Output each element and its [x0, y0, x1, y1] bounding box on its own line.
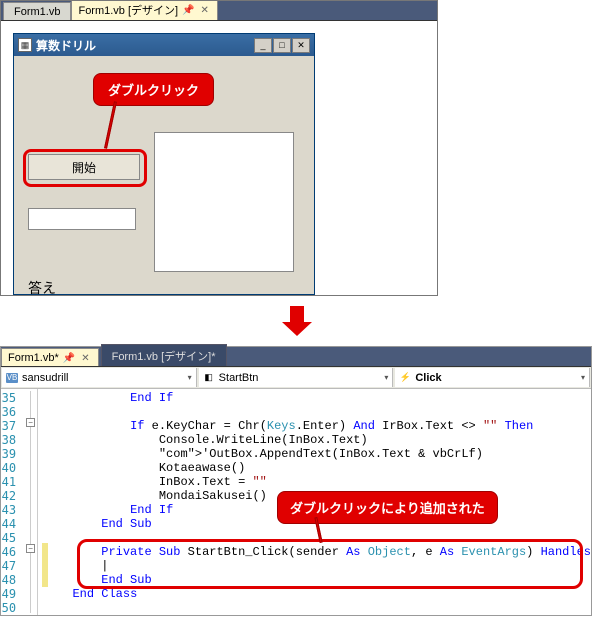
code-tab-strip: Form1.vb* 📌 ✕ Form1.vb [デザイン]*	[1, 347, 591, 367]
pin-icon[interactable]: 📌	[182, 5, 194, 16]
dropdown-row: VB sansudrill ▾ ◧ StartBtn ▾ ⚡ Click ▾	[1, 367, 591, 389]
fold-gutter: − −	[20, 389, 38, 615]
tab-label: Form1.vb [デザイン]	[78, 2, 178, 18]
output-textbox[interactable]	[154, 132, 294, 272]
form-icon: ▦	[18, 38, 32, 52]
callout-doubleclick: ダブルクリック	[93, 73, 214, 106]
control-icon: ◧	[203, 373, 215, 383]
chevron-down-icon: ▾	[188, 373, 192, 382]
vb-icon: VB	[6, 373, 18, 383]
designer-tab-strip: Form1.vb Form1.vb [デザイン] 📌 ✕	[1, 1, 437, 21]
line-number-gutter: 35 36 37 38 39 40 41 42 43 44 45 46 47 4…	[1, 389, 20, 615]
code-area[interactable]: 35 36 37 38 39 40 41 42 43 44 45 46 47 4…	[1, 389, 591, 615]
tab-form1-code[interactable]: Form1.vb	[3, 2, 71, 20]
input-textbox[interactable]	[28, 208, 136, 230]
answer-label: 答え	[28, 278, 56, 296]
highlight-ring	[23, 149, 147, 187]
member-dropdown[interactable]: ◧ StartBtn ▾	[199, 368, 394, 387]
change-marker	[42, 543, 48, 587]
dropdown-label: Click	[415, 372, 441, 384]
tab-form1-design[interactable]: Form1.vb [デザイン] 📌 ✕	[71, 0, 217, 20]
close-icon[interactable]: ✕	[199, 5, 211, 16]
pin-icon[interactable]: 📌	[63, 353, 75, 364]
close-icon[interactable]: ✕	[79, 353, 91, 364]
dropdown-label: sansudrill	[22, 372, 68, 384]
code-editor-panel: Form1.vb* 📌 ✕ Form1.vb [デザイン]* VB sansud…	[0, 346, 592, 616]
tab-label: Form1.vb*	[8, 352, 59, 364]
chevron-down-icon: ▾	[581, 373, 585, 382]
arrow-down-icon	[282, 306, 312, 336]
form-title: 算数ドリル	[36, 37, 250, 54]
event-dropdown[interactable]: ⚡ Click ▾	[395, 368, 590, 387]
highlight-ring-code	[77, 539, 583, 589]
dropdown-label: StartBtn	[219, 372, 259, 384]
form-titlebar: ▦ 算数ドリル _ □ ✕	[14, 34, 314, 56]
fold-minus-icon[interactable]: −	[26, 544, 35, 553]
tab-form1-code-active[interactable]: Form1.vb* 📌 ✕	[1, 348, 99, 366]
callout-added: ダブルクリックにより追加された	[277, 491, 498, 524]
fold-minus-icon[interactable]: −	[26, 418, 35, 427]
bolt-icon: ⚡	[399, 373, 411, 383]
maximize-icon[interactable]: □	[273, 38, 291, 53]
minimize-icon[interactable]: _	[254, 38, 272, 53]
title-buttons: _ □ ✕	[254, 38, 310, 53]
chevron-down-icon: ▾	[384, 373, 388, 382]
tab-form1-design-inactive[interactable]: Form1.vb [デザイン]*	[101, 344, 227, 366]
class-dropdown[interactable]: VB sansudrill ▾	[2, 368, 197, 387]
close-icon[interactable]: ✕	[292, 38, 310, 53]
designer-panel: Form1.vb Form1.vb [デザイン] 📌 ✕ ▦ 算数ドリル _ □…	[0, 0, 438, 296]
